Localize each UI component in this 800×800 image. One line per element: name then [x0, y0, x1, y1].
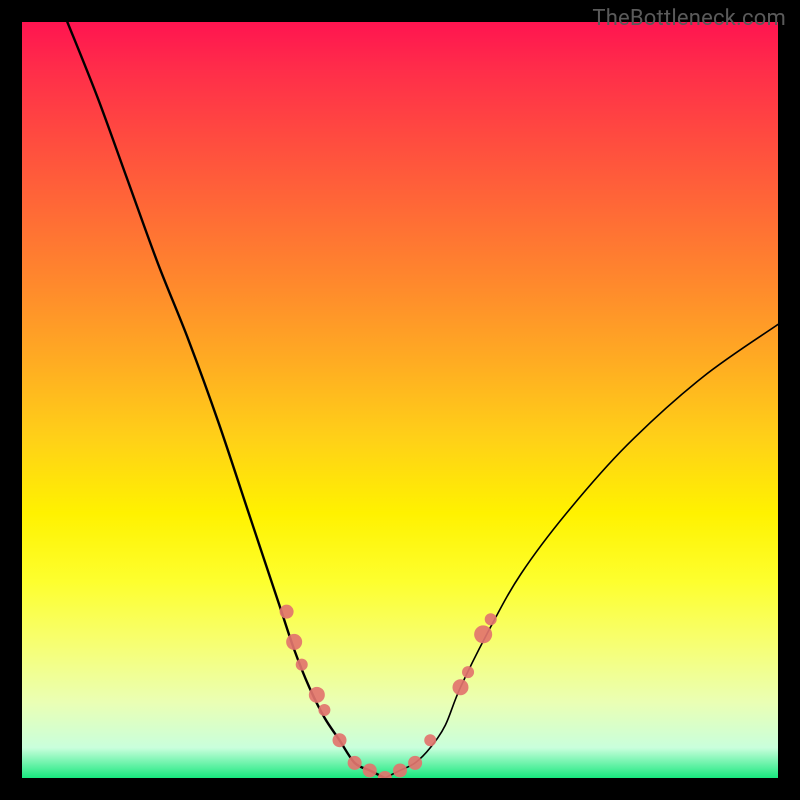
valley-marker	[296, 659, 308, 671]
valley-marker	[462, 666, 474, 678]
valley-marker	[378, 771, 392, 778]
valley-marker	[485, 613, 497, 625]
valley-marker	[286, 634, 302, 650]
valley-markers	[280, 605, 497, 778]
valley-marker	[393, 763, 407, 777]
valley-marker	[333, 733, 347, 747]
valley-marker	[348, 756, 362, 770]
valley-marker	[318, 704, 330, 716]
curve-paths	[67, 22, 778, 778]
chart-frame: TheBottleneck.com	[0, 0, 800, 800]
valley-marker	[424, 734, 436, 746]
curve-curve-right	[385, 324, 778, 778]
valley-marker	[363, 763, 377, 777]
curve-layer	[22, 22, 778, 778]
valley-marker	[408, 756, 422, 770]
watermark-text: TheBottleneck.com	[592, 6, 786, 31]
curve-curve-left	[67, 22, 385, 778]
valley-marker	[474, 625, 492, 643]
valley-marker	[309, 687, 325, 703]
valley-marker	[280, 605, 294, 619]
valley-marker	[452, 679, 468, 695]
